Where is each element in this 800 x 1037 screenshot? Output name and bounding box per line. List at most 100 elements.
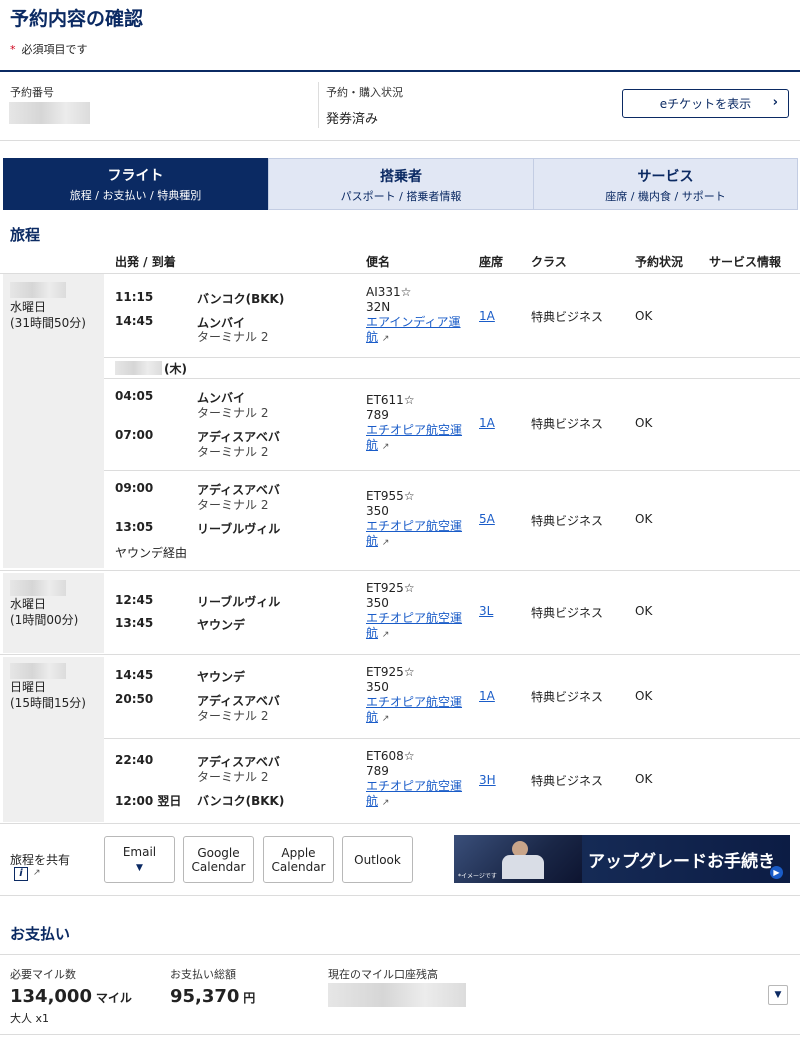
upgrade-banner[interactable]: *イメージです アップグレードお手続き ▶ xyxy=(454,835,790,883)
carrier-link[interactable]: エチオピア航空運 xyxy=(366,519,462,534)
email-label: Email xyxy=(122,844,157,859)
class: 特典ビジネス xyxy=(531,310,604,324)
miles-value: 134,000 xyxy=(10,986,92,1007)
arr-terminal: ターミナル 2 xyxy=(197,330,269,344)
banner-text: アップグレードお手続き xyxy=(588,852,775,872)
page-title: 予約内容の確認 xyxy=(10,8,144,30)
divider xyxy=(318,82,319,128)
divider xyxy=(0,70,800,72)
day-duration: (15時間15分) xyxy=(10,696,86,710)
carrier-link[interactable]: 航 xyxy=(366,626,378,640)
passenger-count: 大人 x1 xyxy=(10,1012,50,1025)
day-weekday: 水曜日 xyxy=(10,300,47,314)
flight-number: ET611 xyxy=(366,393,404,407)
col-dep-arr: 出発 / 到着 xyxy=(115,255,176,269)
arr-terminal: ターミナル 2 xyxy=(197,445,269,459)
booking-status-label: 予約・購入状況 xyxy=(326,86,403,99)
carrier-link[interactable]: 航 xyxy=(366,330,378,344)
required-text: 必須項目です xyxy=(21,43,88,56)
dep-terminal: ターミナル 2 xyxy=(197,406,269,420)
arr-time: 13:05 xyxy=(115,520,154,534)
arr-time: 14:45 xyxy=(115,314,154,328)
status: OK xyxy=(635,512,653,526)
chevron-down-icon[interactable]: ▼ xyxy=(768,985,788,1005)
seat-link[interactable]: 5A xyxy=(479,512,495,526)
tab-flight-sub: 旅程 / お支払い / 特典種別 xyxy=(69,189,202,202)
banner-note: *イメージです xyxy=(458,873,497,880)
divider xyxy=(0,1034,800,1035)
divider xyxy=(0,273,800,274)
arr-time: 13:45 xyxy=(115,616,154,630)
aircraft: 32N xyxy=(366,300,391,314)
dep-time: 12:45 xyxy=(115,593,154,607)
apple-calendar-button[interactable]: Apple Calendar xyxy=(263,836,334,883)
dep-city: ヤウンデ xyxy=(197,670,246,684)
eticket-button[interactable]: eチケットを表示 › xyxy=(622,89,789,118)
info-icon[interactable]: i xyxy=(14,867,28,881)
tab-flight[interactable]: フライト 旅程 / お支払い / 特典種別 xyxy=(3,158,268,210)
flight-number: ET955 xyxy=(366,489,404,503)
date-redacted xyxy=(10,663,66,679)
external-link-icon: ↗ xyxy=(381,630,390,640)
seat-link[interactable]: 1A xyxy=(479,689,495,703)
carrier-link[interactable]: エアインディア運 xyxy=(366,315,461,330)
class: 特典ビジネス xyxy=(531,774,604,788)
total-value: 95,370 xyxy=(170,986,240,1007)
carrier-link[interactable]: エチオピア航空運 xyxy=(366,423,462,438)
dep-time: 14:45 xyxy=(115,668,154,682)
aircraft: 350 xyxy=(366,596,389,610)
date-redacted xyxy=(10,282,66,298)
day-weekday: 水曜日 xyxy=(10,597,47,611)
aircraft: 350 xyxy=(366,680,389,694)
dep-city: バンコク(BKK) xyxy=(197,292,285,306)
class: 特典ビジネス xyxy=(531,514,604,528)
outlook-button[interactable]: Outlook xyxy=(342,836,413,883)
flight-info: ET925☆ 350 エチオピア航空運 航 ↗ xyxy=(366,581,462,643)
booking-number-label: 予約番号 xyxy=(10,86,54,99)
flight-number: AI331 xyxy=(366,285,401,299)
email-button[interactable]: Email ▼ xyxy=(104,836,175,883)
booking-number-redacted xyxy=(9,102,90,124)
tab-passenger-title: 搭乗者 xyxy=(380,169,422,185)
status: OK xyxy=(635,416,653,430)
divider xyxy=(0,895,800,896)
required-mark: * xyxy=(10,43,16,56)
star-icon: ☆ xyxy=(400,285,412,299)
tab-flight-title: フライト xyxy=(107,168,164,184)
google-label-2: Calendar xyxy=(191,859,246,874)
arr-city: バンコク(BKK) xyxy=(197,794,285,808)
google-label-1: Google xyxy=(197,845,240,860)
tab-passenger[interactable]: 搭乗者 パスポート / 搭乗者情報 xyxy=(268,158,533,210)
carrier-link[interactable]: エチオピア航空運 xyxy=(366,611,462,626)
carrier-link[interactable]: エチオピア航空運 xyxy=(366,779,462,794)
balance-label: 現在のマイル口座残高 xyxy=(328,968,438,981)
col-status: 予約状況 xyxy=(635,255,684,269)
seat-link[interactable]: 3L xyxy=(479,604,493,618)
flight-info: ET925☆ 350 エチオピア航空運 航 ↗ xyxy=(366,665,462,727)
tab-passenger-sub: パスポート / 搭乗者情報 xyxy=(340,190,462,203)
dep-time: 11:15 xyxy=(115,290,154,304)
chevron-right-icon: › xyxy=(772,95,778,110)
divider xyxy=(104,470,800,471)
google-calendar-button[interactable]: Google Calendar xyxy=(183,836,254,883)
carrier-link[interactable]: 航 xyxy=(366,794,378,808)
eticket-button-label: eチケットを表示 xyxy=(659,97,752,111)
aircraft: 350 xyxy=(366,504,389,518)
status: OK xyxy=(635,604,653,618)
tab-service-title: サービス xyxy=(637,169,694,185)
flight-info: ET608☆ 789 エチオピア航空運 航 ↗ xyxy=(366,749,462,811)
seat-link[interactable]: 3H xyxy=(479,773,496,787)
tab-service[interactable]: サービス 座席 / 機内食 / サポート xyxy=(533,158,798,210)
seat-link[interactable]: 1A xyxy=(479,309,495,323)
external-link-icon: ↗ xyxy=(381,798,390,808)
carrier-link[interactable]: 航 xyxy=(366,534,378,548)
balance-redacted xyxy=(328,983,466,1007)
col-class: クラス xyxy=(531,255,567,269)
carrier-link[interactable]: 航 xyxy=(366,438,378,452)
seat-link[interactable]: 1A xyxy=(479,416,495,430)
carrier-link[interactable]: 航 xyxy=(366,710,378,724)
itinerary-heading: 旅程 xyxy=(10,226,41,244)
flight-info: ET955☆ 350 エチオピア航空運 航 ↗ xyxy=(366,489,462,551)
carrier-link[interactable]: エチオピア航空運 xyxy=(366,695,462,710)
dep-time: 22:40 xyxy=(115,753,154,767)
